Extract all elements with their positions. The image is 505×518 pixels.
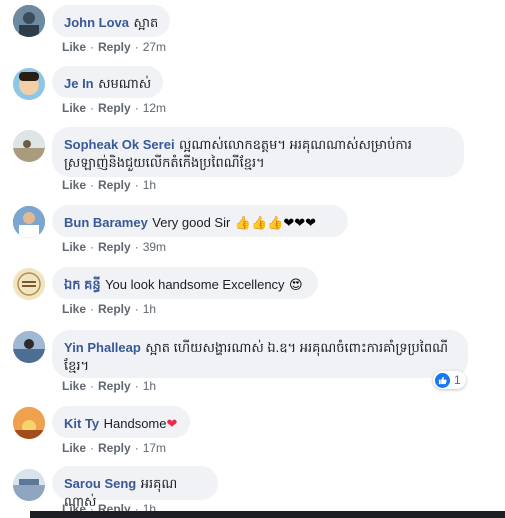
reply-link[interactable]: Reply (98, 240, 131, 254)
comment-actions: Like · Reply · 1h (62, 379, 156, 393)
comment-author[interactable]: Kit Ty (64, 416, 99, 431)
heart-eyes-emoji: 😍 (289, 278, 303, 293)
reaction-badge[interactable]: 1 (433, 371, 466, 389)
like-link[interactable]: Like (62, 178, 86, 192)
avatar-image (13, 206, 45, 238)
comment-author[interactable]: ឯក គន្ធី (64, 277, 101, 292)
comment-time[interactable]: 27m (143, 40, 166, 54)
like-link[interactable]: Like (62, 379, 86, 393)
separator-dot: · (90, 441, 95, 455)
separator-dot: · (134, 40, 139, 54)
like-reaction-icon (435, 372, 450, 388)
avatar[interactable] (13, 5, 45, 37)
comment-time[interactable]: 1h (143, 302, 156, 316)
reply-link[interactable]: Reply (98, 379, 131, 393)
avatar-image (13, 331, 45, 363)
separator-dot: · (134, 302, 139, 316)
avatar[interactable] (13, 268, 45, 300)
separator-dot: · (90, 178, 95, 192)
comment-actions: Like · Reply · 17m (62, 441, 166, 455)
like-link[interactable]: Like (62, 302, 86, 316)
comment-text: សមណាស់ (98, 76, 152, 91)
comment-bubble: Sarou Seng អរគុណណាស់ (52, 466, 218, 509)
separator-dot: · (134, 101, 139, 115)
comment-text: Handsome (103, 416, 167, 431)
heart-emoji: ❤ (166, 417, 178, 432)
avatar-image (13, 130, 45, 162)
avatar[interactable] (13, 130, 45, 162)
separator-dot: · (90, 40, 95, 54)
reply-link[interactable]: Reply (98, 441, 131, 455)
comment-author[interactable]: Sopheak Ok Serei (64, 137, 175, 152)
reaction-count: 1 (454, 373, 461, 387)
comment-actions: Like · Reply · 1h (62, 178, 156, 192)
separator-dot: · (134, 178, 139, 192)
comment-bubble: John Lova ស្អាត (52, 5, 171, 37)
reply-link[interactable]: Reply (98, 302, 131, 316)
avatar[interactable] (13, 68, 45, 100)
comment-bubble: Kit Ty Handsome❤ (52, 406, 190, 438)
comment-actions: Like · Reply · 27m (62, 40, 166, 54)
comment-text: You look handsome Excellency (105, 277, 285, 292)
reply-link[interactable]: Reply (98, 178, 131, 192)
comment-author[interactable]: Yin Phalleap (64, 340, 141, 355)
separator-dot: · (134, 240, 139, 254)
comments-list: John Lova ស្អាត Like · Reply · 27m Je In សមណ… (0, 0, 505, 518)
comment-text: Very good Sir (152, 215, 231, 230)
avatar[interactable] (13, 469, 45, 501)
avatar-image (13, 68, 45, 100)
comment-bubble: Sopheak Ok Serei ល្អណាស់លោកឧត្តម។ អរគុណណ… (52, 127, 464, 177)
comment-bubble: Je In សមណាស់ (52, 66, 164, 98)
comment-bubble: Bun Baramey Very good Sir 👍👍👍❤❤❤ (52, 205, 348, 237)
separator-dot: · (90, 379, 95, 393)
comment-time[interactable]: 12m (143, 101, 166, 115)
emoji-reactions: 👍👍👍❤❤❤ (234, 216, 317, 231)
reply-link[interactable]: Reply (98, 40, 131, 54)
avatar[interactable] (13, 331, 45, 363)
avatar-image (13, 268, 45, 300)
separator-dot: · (134, 379, 139, 393)
like-link[interactable]: Like (62, 101, 86, 115)
like-link[interactable]: Like (62, 441, 86, 455)
avatar-image (13, 5, 45, 37)
reply-link[interactable]: Reply (98, 101, 131, 115)
comment-time[interactable]: 1h (143, 178, 156, 192)
comment-author[interactable]: John Lova (64, 15, 129, 30)
comment-time[interactable]: 39m (143, 240, 166, 254)
comment-author[interactable]: Bun Baramey (64, 215, 148, 230)
comment-author[interactable]: Je In (64, 76, 94, 91)
avatar[interactable] (13, 407, 45, 439)
avatar[interactable] (13, 206, 45, 238)
comment-actions: Like · Reply · 39m (62, 240, 166, 254)
like-link[interactable]: Like (62, 240, 86, 254)
bottom-edge-bar (30, 511, 505, 518)
comment-text: ស្អាត (133, 15, 159, 30)
like-link[interactable]: Like (62, 40, 86, 54)
comment-author[interactable]: Sarou Seng (64, 476, 136, 491)
comment-bubble: ឯក គន្ធី You look handsome Excellency 😍 (52, 267, 318, 299)
separator-dot: · (90, 240, 95, 254)
comment-bubble: Yin Phalleap ស្អាត ហើយសង្ហារណាស់ ឯ.ឧ។ អរ… (52, 330, 468, 378)
comment-time[interactable]: 1h (143, 379, 156, 393)
separator-dot: · (90, 302, 95, 316)
separator-dot: · (90, 101, 95, 115)
avatar-image (13, 407, 45, 439)
avatar-image (13, 469, 45, 501)
separator-dot: · (134, 441, 139, 455)
comment-actions: Like · Reply · 1h (62, 302, 156, 316)
comment-time[interactable]: 17m (143, 441, 166, 455)
comment-actions: Like · Reply · 12m (62, 101, 166, 115)
